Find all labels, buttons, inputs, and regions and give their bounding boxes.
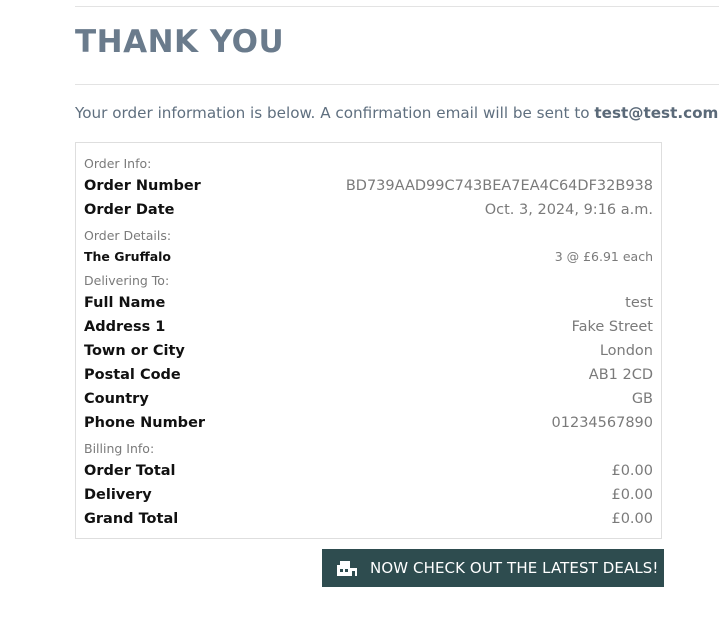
order-summary-box: Order Info: Order Number BD739AAD99C743B…	[75, 142, 662, 539]
address-1-value: Fake Street	[571, 319, 653, 335]
town-value: London	[599, 343, 653, 359]
order-intro-text: Your order information is below. A confi…	[75, 104, 718, 122]
grand-total-value: £0.00	[611, 511, 653, 527]
order-number-value: BD739AAD99C743BEA7EA4C64DF32B938	[345, 178, 653, 194]
latest-deals-button[interactable]: NOW CHECK OUT THE LATEST DEALS!	[322, 549, 664, 587]
country-row: Country GB	[84, 391, 653, 407]
order-total-label: Order Total	[84, 463, 176, 479]
order-number-label: Order Number	[84, 178, 201, 194]
order-item-row: The Gruffalo 3 @ £6.91 each	[84, 249, 653, 264]
postal-code-value: AB1 2CD	[588, 367, 653, 383]
item-qty-price: 3 @ £6.91 each	[554, 249, 653, 264]
section-order-details: Order Details:	[84, 228, 653, 243]
grand-total-label: Grand Total	[84, 511, 179, 527]
phone-number-label: Phone Number	[84, 415, 206, 431]
town-row: Town or City London	[84, 343, 653, 359]
delivery-row: Delivery £0.00	[84, 487, 653, 503]
order-date-row: Order Date Oct. 3, 2024, 9:16 a.m.	[84, 202, 653, 218]
delivery-value: £0.00	[611, 487, 653, 503]
country-value: GB	[631, 391, 653, 407]
delivery-label: Delivery	[84, 487, 152, 503]
town-label: Town or City	[84, 343, 185, 359]
phone-number-value: 01234567890	[551, 415, 653, 431]
order-total-value: £0.00	[611, 463, 653, 479]
section-label: Order Details:	[84, 228, 172, 243]
order-total-row: Order Total £0.00	[84, 463, 653, 479]
postal-code-label: Postal Code	[84, 367, 181, 383]
intro-message: Your order information is below. A confi…	[75, 104, 595, 122]
top-divider	[75, 6, 719, 7]
title-divider	[75, 84, 719, 85]
section-label: Order Info:	[84, 156, 152, 171]
full-name-row: Full Name test	[84, 295, 653, 311]
full-name-value: test	[625, 295, 653, 311]
confirmation-email: test@test.com	[594, 104, 719, 122]
grand-total-row: Grand Total £0.00	[84, 511, 653, 527]
shop-icon	[336, 559, 358, 577]
postal-code-row: Postal Code AB1 2CD	[84, 367, 653, 383]
phone-number-row: Phone Number 01234567890	[84, 415, 653, 431]
section-label: Delivering To:	[84, 273, 170, 288]
order-date-label: Order Date	[84, 202, 175, 218]
section-order-info: Order Info:	[84, 156, 653, 171]
address-1-row: Address 1 Fake Street	[84, 319, 653, 335]
order-number-row: Order Number BD739AAD99C743BEA7EA4C64DF3…	[84, 178, 653, 194]
item-name: The Gruffalo	[84, 249, 172, 264]
page-title: THANK YOU	[75, 24, 285, 60]
section-delivering-to: Delivering To:	[84, 273, 653, 288]
order-date-value: Oct. 3, 2024, 9:16 a.m.	[484, 202, 653, 218]
section-billing-info: Billing Info:	[84, 441, 653, 456]
section-label: Billing Info:	[84, 441, 155, 456]
latest-deals-label: NOW CHECK OUT THE LATEST DEALS!	[370, 559, 659, 577]
country-label: Country	[84, 391, 149, 407]
address-1-label: Address 1	[84, 319, 166, 335]
full-name-label: Full Name	[84, 295, 166, 311]
